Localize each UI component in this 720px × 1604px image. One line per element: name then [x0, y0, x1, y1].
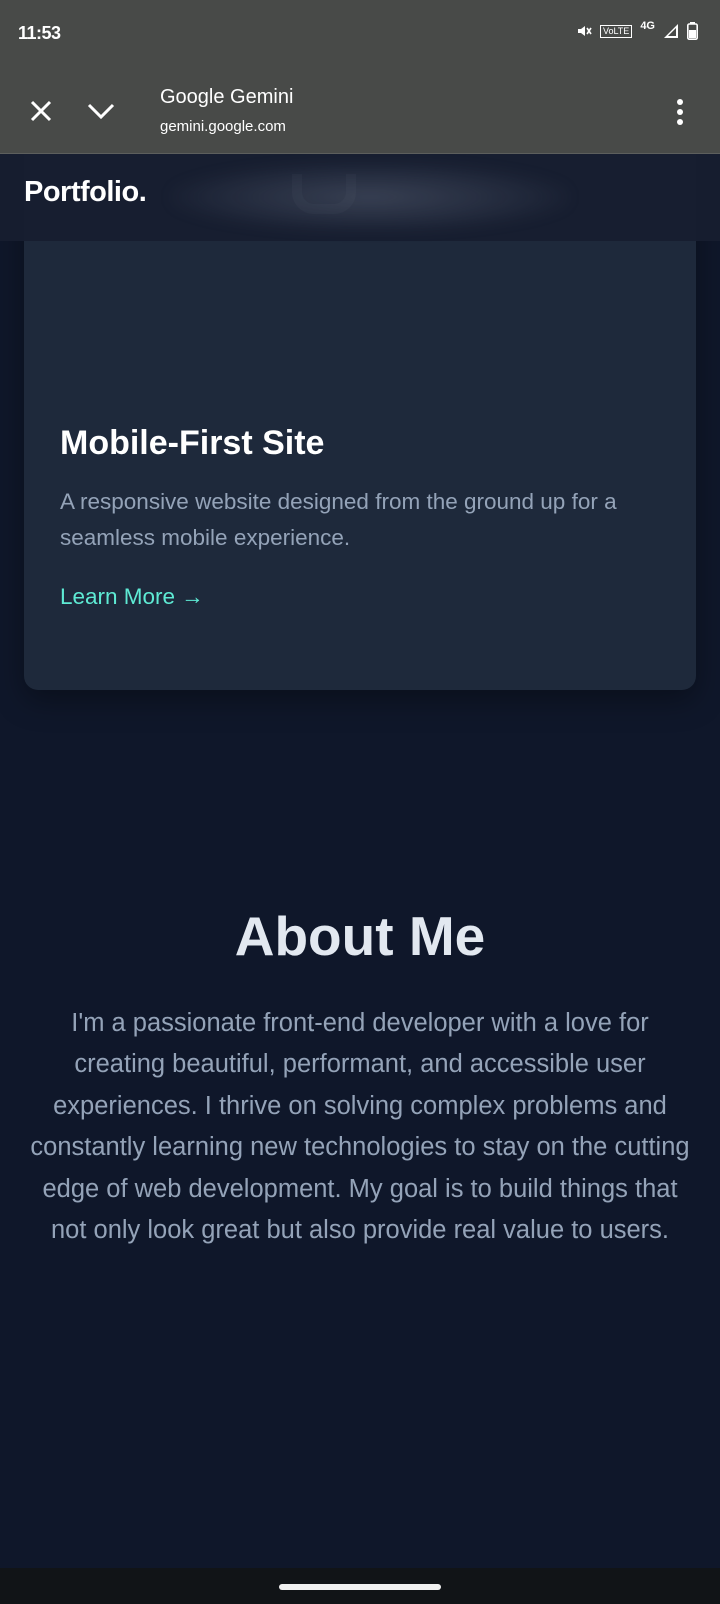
about-title: About Me — [234, 905, 486, 967]
status-time: 11:53 — [18, 23, 61, 43]
browser-title: Google Gemini — [160, 86, 294, 108]
project-description: A responsive website designed from the g… — [60, 489, 617, 550]
learn-more-link[interactable]: Learn More → — [60, 584, 204, 610]
status-icons: VoLTE 4G — [576, 20, 698, 40]
page-viewport[interactable]: Mobile-First Site A responsive website d… — [0, 154, 720, 1568]
status-bar: 11:53 VoLTE 4G — [0, 0, 720, 70]
site-header: Portfolio. — [0, 154, 720, 241]
chevron-down-icon[interactable] — [86, 96, 116, 126]
browser-toolbar: Google Gemini gemini.google.com — [0, 70, 720, 154]
battery-icon — [687, 22, 698, 40]
home-gesture-handle[interactable] — [279, 1584, 441, 1590]
close-icon[interactable] — [26, 96, 56, 126]
header-blur-backdrop — [170, 162, 570, 232]
network-type: 4G — [640, 20, 655, 32]
volte-badge: VoLTE — [599, 24, 633, 38]
signal-icon — [663, 23, 679, 39]
about-text: I'm a passionate front-end developer wit… — [30, 1009, 690, 1245]
site-logo[interactable]: Portfolio. — [24, 176, 147, 209]
mute-icon — [576, 23, 592, 39]
project-title: Mobile-First Site — [60, 424, 325, 462]
more-vert-icon[interactable] — [670, 98, 690, 126]
system-nav-bar — [0, 1568, 720, 1604]
browser-url[interactable]: gemini.google.com — [160, 118, 286, 135]
